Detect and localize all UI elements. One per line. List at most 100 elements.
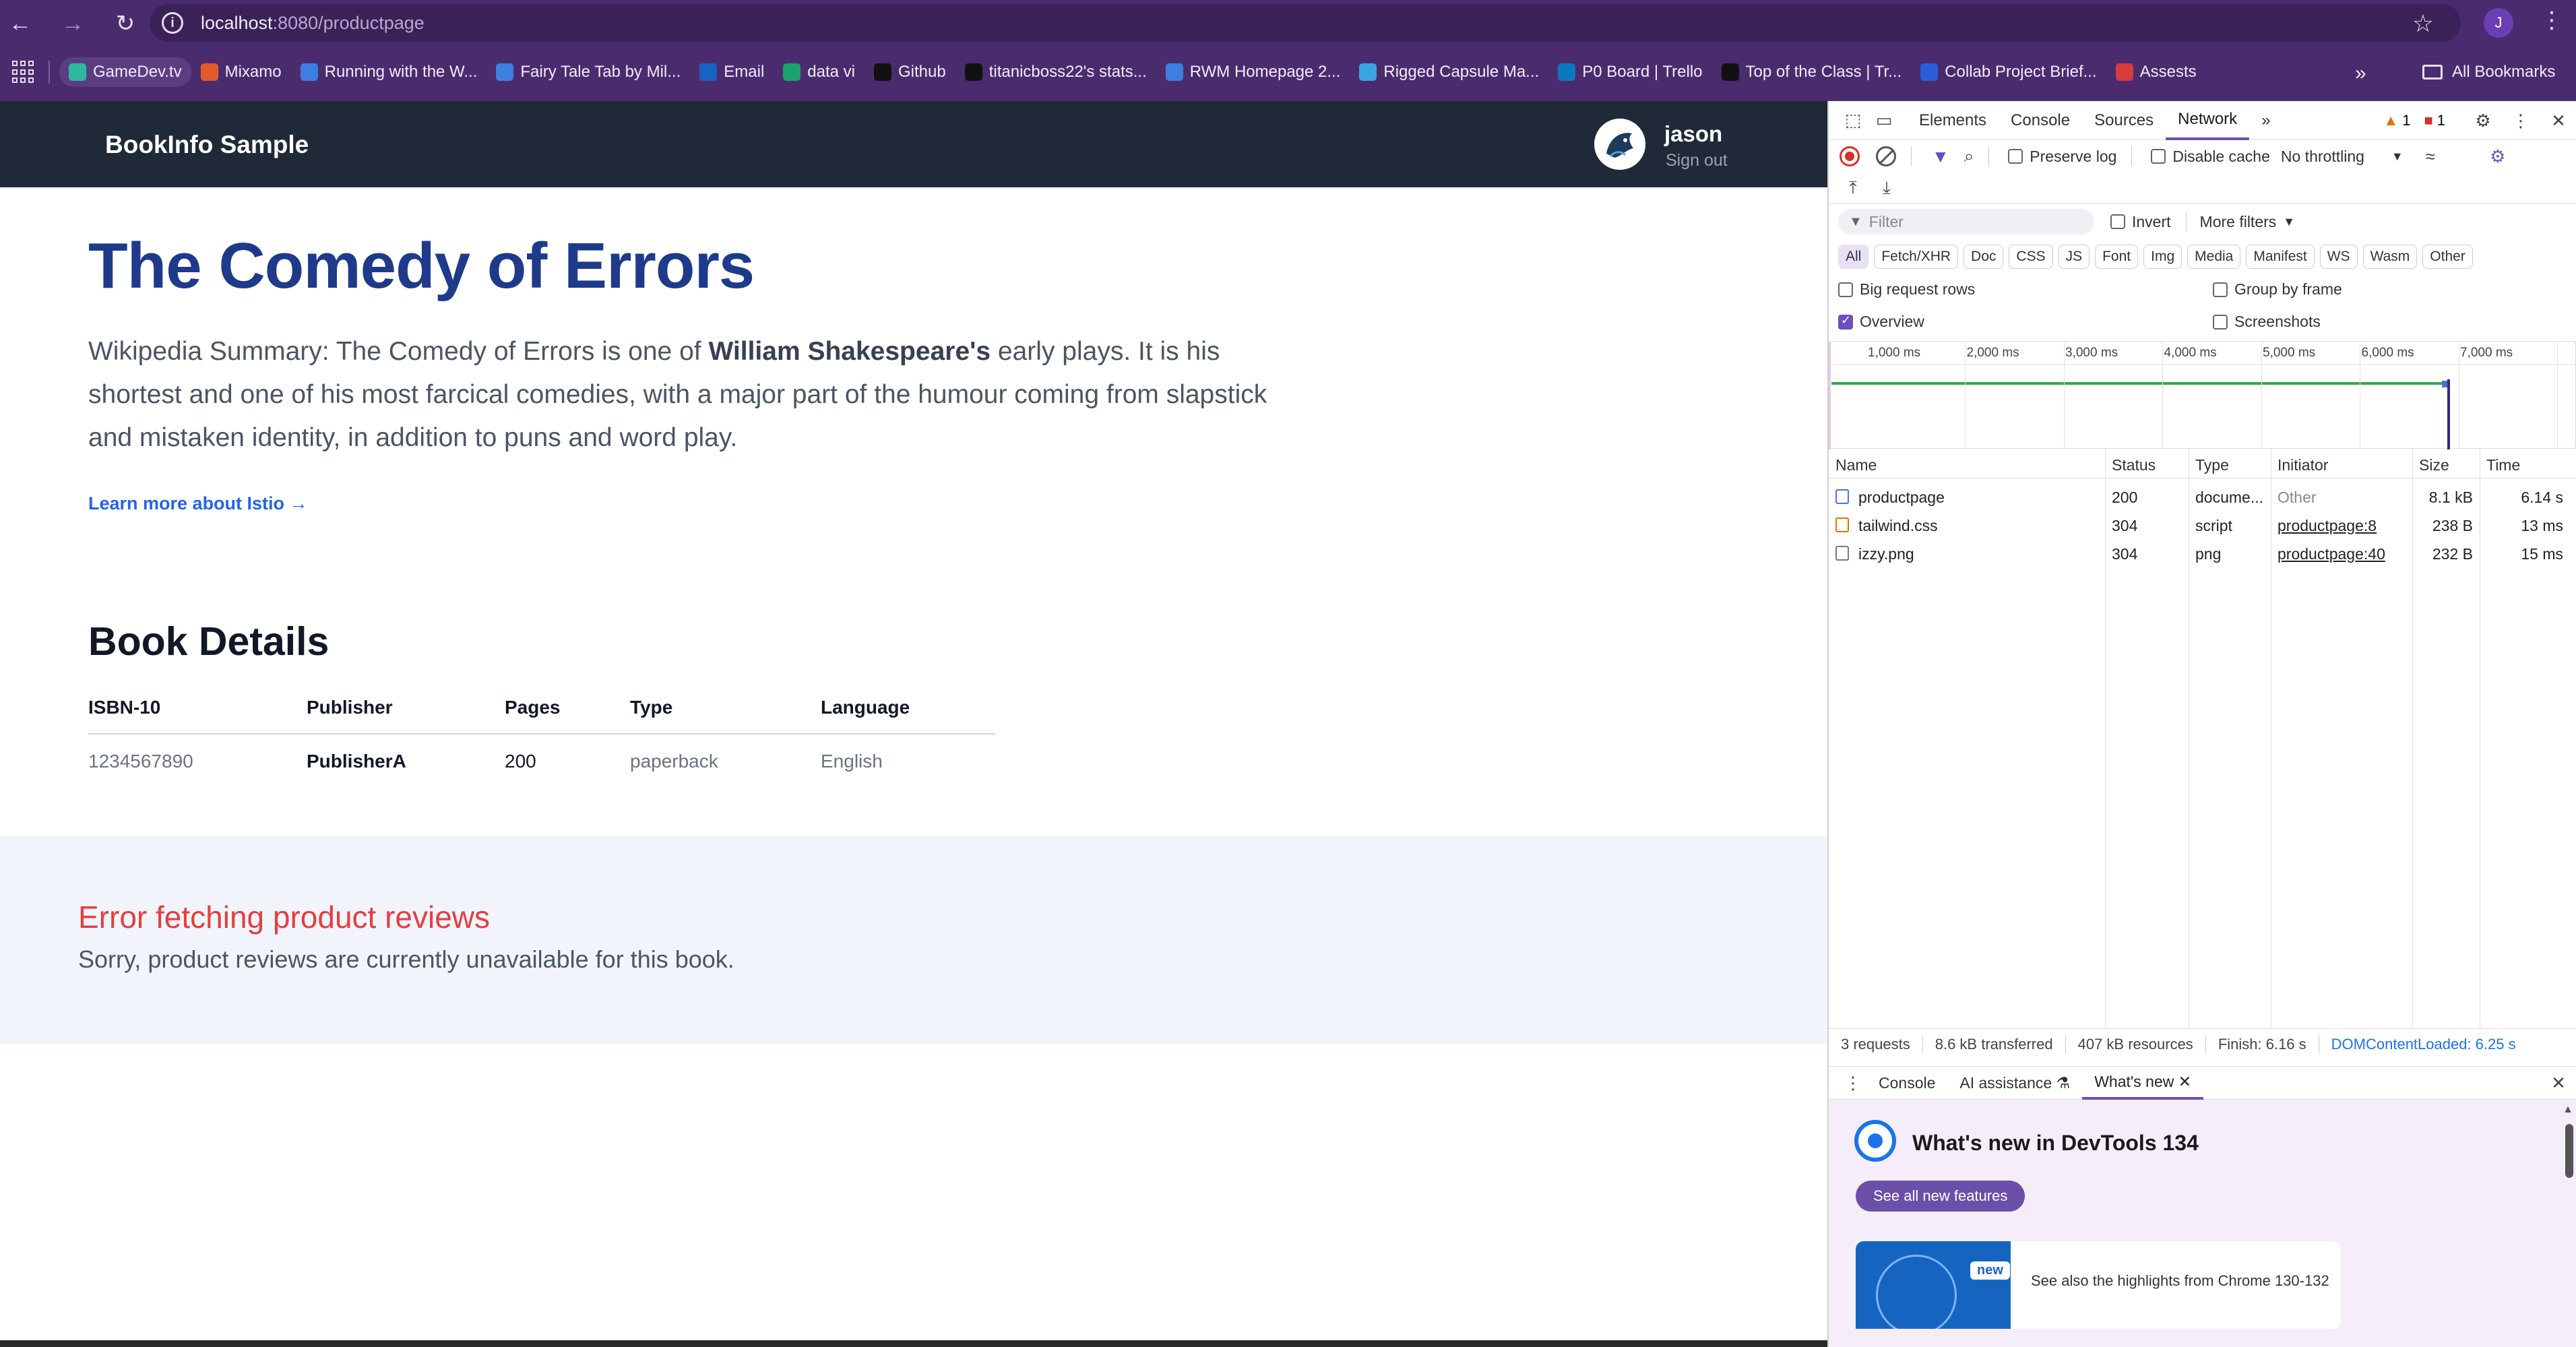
tab-sources[interactable]: Sources [2082, 101, 2166, 140]
tab-console[interactable]: Console [1999, 101, 2082, 140]
col-time[interactable]: Time [2486, 456, 2520, 474]
inspect-element-icon[interactable]: ⬚ [1840, 107, 1866, 134]
browser-menu-icon[interactable]: ⋮ [2540, 7, 2563, 34]
drawer-menu-icon[interactable]: ⋮ [1840, 1069, 1866, 1096]
col-type[interactable]: Type [2195, 456, 2229, 474]
drawer-tab-whats-new[interactable]: What's new ✕ [2082, 1066, 2204, 1100]
table-row[interactable]: izzy.png 304 png productpage:40 232 B 15 ms [1829, 539, 2576, 567]
profile-avatar[interactable]: J [2484, 8, 2513, 38]
type-filter-font[interactable]: Font [2095, 245, 2139, 269]
device-toolbar-icon[interactable]: ▭ [1871, 107, 1897, 134]
tab-network[interactable]: Network [2166, 101, 2250, 140]
table-row[interactable]: productpage 200 docume... Other 8.1 kB 6.14 s [1829, 482, 2576, 511]
invert-checkbox[interactable]: Invert [2110, 213, 2171, 231]
type-filter-media[interactable]: Media [2187, 245, 2241, 269]
type-filter-fetchxhr[interactable]: Fetch/XHR [1874, 245, 1959, 269]
network-settings-gear-icon[interactable]: ⚙ [2484, 143, 2511, 170]
scroll-up-icon[interactable]: ▲ [2563, 1104, 2573, 1116]
overview-left-handle[interactable] [1829, 342, 1831, 449]
request-initiator[interactable]: productpage:8 [2277, 517, 2377, 535]
header-publisher: Publisher [307, 697, 393, 718]
url-text[interactable]: localhost:8080/productpage [201, 13, 425, 34]
apps-grid-icon[interactable] [12, 61, 35, 84]
network-overview-timeline[interactable]: 1,000 ms 2,000 ms 3,000 ms 4,000 ms 5,000 ms… [1829, 341, 2576, 449]
tab-elements[interactable]: Elements [1907, 101, 1999, 140]
drawer-tab-ai-assistance[interactable]: AI assistance ⚗ [1947, 1066, 2082, 1100]
type-filter-wasm[interactable]: Wasm [2362, 245, 2418, 269]
bookmark-item[interactable]: Top of the Class | Tr... [1712, 57, 1912, 87]
overview-checkbox[interactable]: Overview [1838, 313, 1924, 331]
errors-badge[interactable]: ■ 1 [2424, 112, 2445, 129]
bookmark-item[interactable]: Email [690, 57, 774, 87]
group-by-frame-checkbox[interactable]: Group by frame [2213, 280, 2342, 299]
address-bar[interactable]: i localhost:8080/productpage ☆ [150, 4, 2461, 42]
bookmark-item[interactable]: Running with the W... [291, 57, 487, 87]
bookmark-star-icon[interactable]: ☆ [2412, 9, 2434, 38]
panel-scrollbar[interactable] [2565, 1124, 2573, 1178]
drawer-tab-console[interactable]: Console [1866, 1066, 1947, 1100]
forward-icon[interactable]: → [53, 3, 93, 44]
bookmark-item[interactable]: RWM Homepage 2... [1156, 57, 1350, 87]
app-navbar: BookInfo Sample jason Sign out [0, 101, 1827, 187]
filter-input[interactable]: ▼ Filter [1838, 209, 2094, 234]
type-filter-manifest[interactable]: Manifest [2246, 245, 2315, 269]
more-filters-dropdown[interactable]: More filters ▼ [2200, 213, 2296, 231]
cell-language: English [821, 751, 883, 772]
bookmark-item[interactable]: P0 Board | Trello [1548, 57, 1711, 87]
bookmark-item[interactable]: data vi [774, 57, 865, 87]
see-all-features-button[interactable]: See all new features [1856, 1181, 2025, 1212]
col-status[interactable]: Status [2112, 456, 2156, 474]
bookmark-item[interactable]: Mixamo [191, 57, 291, 87]
preserve-log-checkbox[interactable]: Preserve log [2008, 148, 2116, 166]
reload-icon[interactable]: ↻ [105, 3, 146, 44]
col-size[interactable]: Size [2419, 456, 2449, 474]
screenshots-checkbox[interactable]: Screenshots [2213, 313, 2321, 331]
type-filter-other[interactable]: Other [2422, 245, 2473, 269]
network-conditions-icon[interactable]: ≈ [2417, 143, 2444, 170]
bookmark-item[interactable]: GameDev.tv [59, 57, 191, 87]
bookmarks-divider [49, 61, 50, 84]
more-tabs-icon[interactable]: » [2249, 101, 2282, 140]
bookmark-item[interactable]: Assests [2106, 57, 2206, 87]
type-filter-all[interactable]: All [1838, 245, 1869, 269]
bookmark-favicon-icon [964, 63, 982, 81]
bookmark-item[interactable]: Collab Project Brief... [1911, 57, 2106, 87]
bookmark-item[interactable]: titanicboss22's stats... [955, 57, 1156, 87]
upload-icon[interactable]: ⤒ [1840, 175, 1866, 201]
filter-funnel-icon[interactable]: ▼ [1932, 146, 1949, 167]
download-icon[interactable]: ⤓ [1873, 175, 1900, 201]
big-request-rows-checkbox[interactable]: Big request rows [1838, 280, 1975, 299]
all-bookmarks-button[interactable]: All Bookmarks [2422, 57, 2555, 87]
site-info-icon[interactable]: i [162, 12, 183, 34]
learn-more-link[interactable]: Learn more about Istio → [88, 493, 308, 514]
throttling-select[interactable]: No throttling ▼ [2281, 148, 2404, 166]
back-icon[interactable]: ← [0, 3, 40, 44]
bookmark-item[interactable]: Fairy Tale Tab by Mil... [486, 57, 690, 87]
search-icon[interactable]: ⌕ [1964, 146, 1974, 167]
close-devtools-icon[interactable]: ✕ [2545, 107, 2572, 134]
clear-icon[interactable] [1876, 146, 1896, 166]
warnings-badge[interactable]: ▲ 1 [2383, 112, 2410, 129]
type-filter-img[interactable]: Img [2143, 245, 2182, 269]
type-filter-js[interactable]: JS [2058, 245, 2090, 269]
table-row[interactable]: tailwind.css 304 script productpage:8 238 B 1… [1829, 511, 2576, 539]
user-avatar[interactable] [1594, 119, 1645, 170]
close-drawer-icon[interactable]: ✕ [2545, 1069, 2572, 1096]
sign-out-link[interactable]: Sign out [1666, 151, 1728, 170]
disable-cache-checkbox[interactable]: Disable cache [2151, 148, 2270, 166]
highlights-card[interactable]: new See also the highlights from Chrome … [1856, 1241, 2341, 1329]
request-initiator[interactable]: productpage:40 [2277, 545, 2385, 563]
type-filter-doc[interactable]: Doc [1964, 245, 2004, 269]
type-filter-ws[interactable]: WS [2319, 245, 2358, 269]
bookmark-item[interactable]: Github [865, 57, 955, 87]
record-icon[interactable] [1840, 146, 1860, 166]
devtools-menu-icon[interactable]: ⋮ [2507, 107, 2534, 134]
type-filter-css[interactable]: CSS [2009, 245, 2053, 269]
bookmarks-overflow-icon[interactable]: » [2355, 62, 2366, 85]
video-thumbnail[interactable]: new [1856, 1241, 2011, 1329]
settings-gear-icon[interactable]: ⚙ [2470, 107, 2496, 134]
col-name[interactable]: Name [1835, 456, 1877, 474]
bookmark-item[interactable]: Rigged Capsule Ma... [1350, 57, 1548, 87]
brand-title[interactable]: BookInfo Sample [105, 131, 309, 159]
col-initiator[interactable]: Initiator [2277, 456, 2328, 474]
